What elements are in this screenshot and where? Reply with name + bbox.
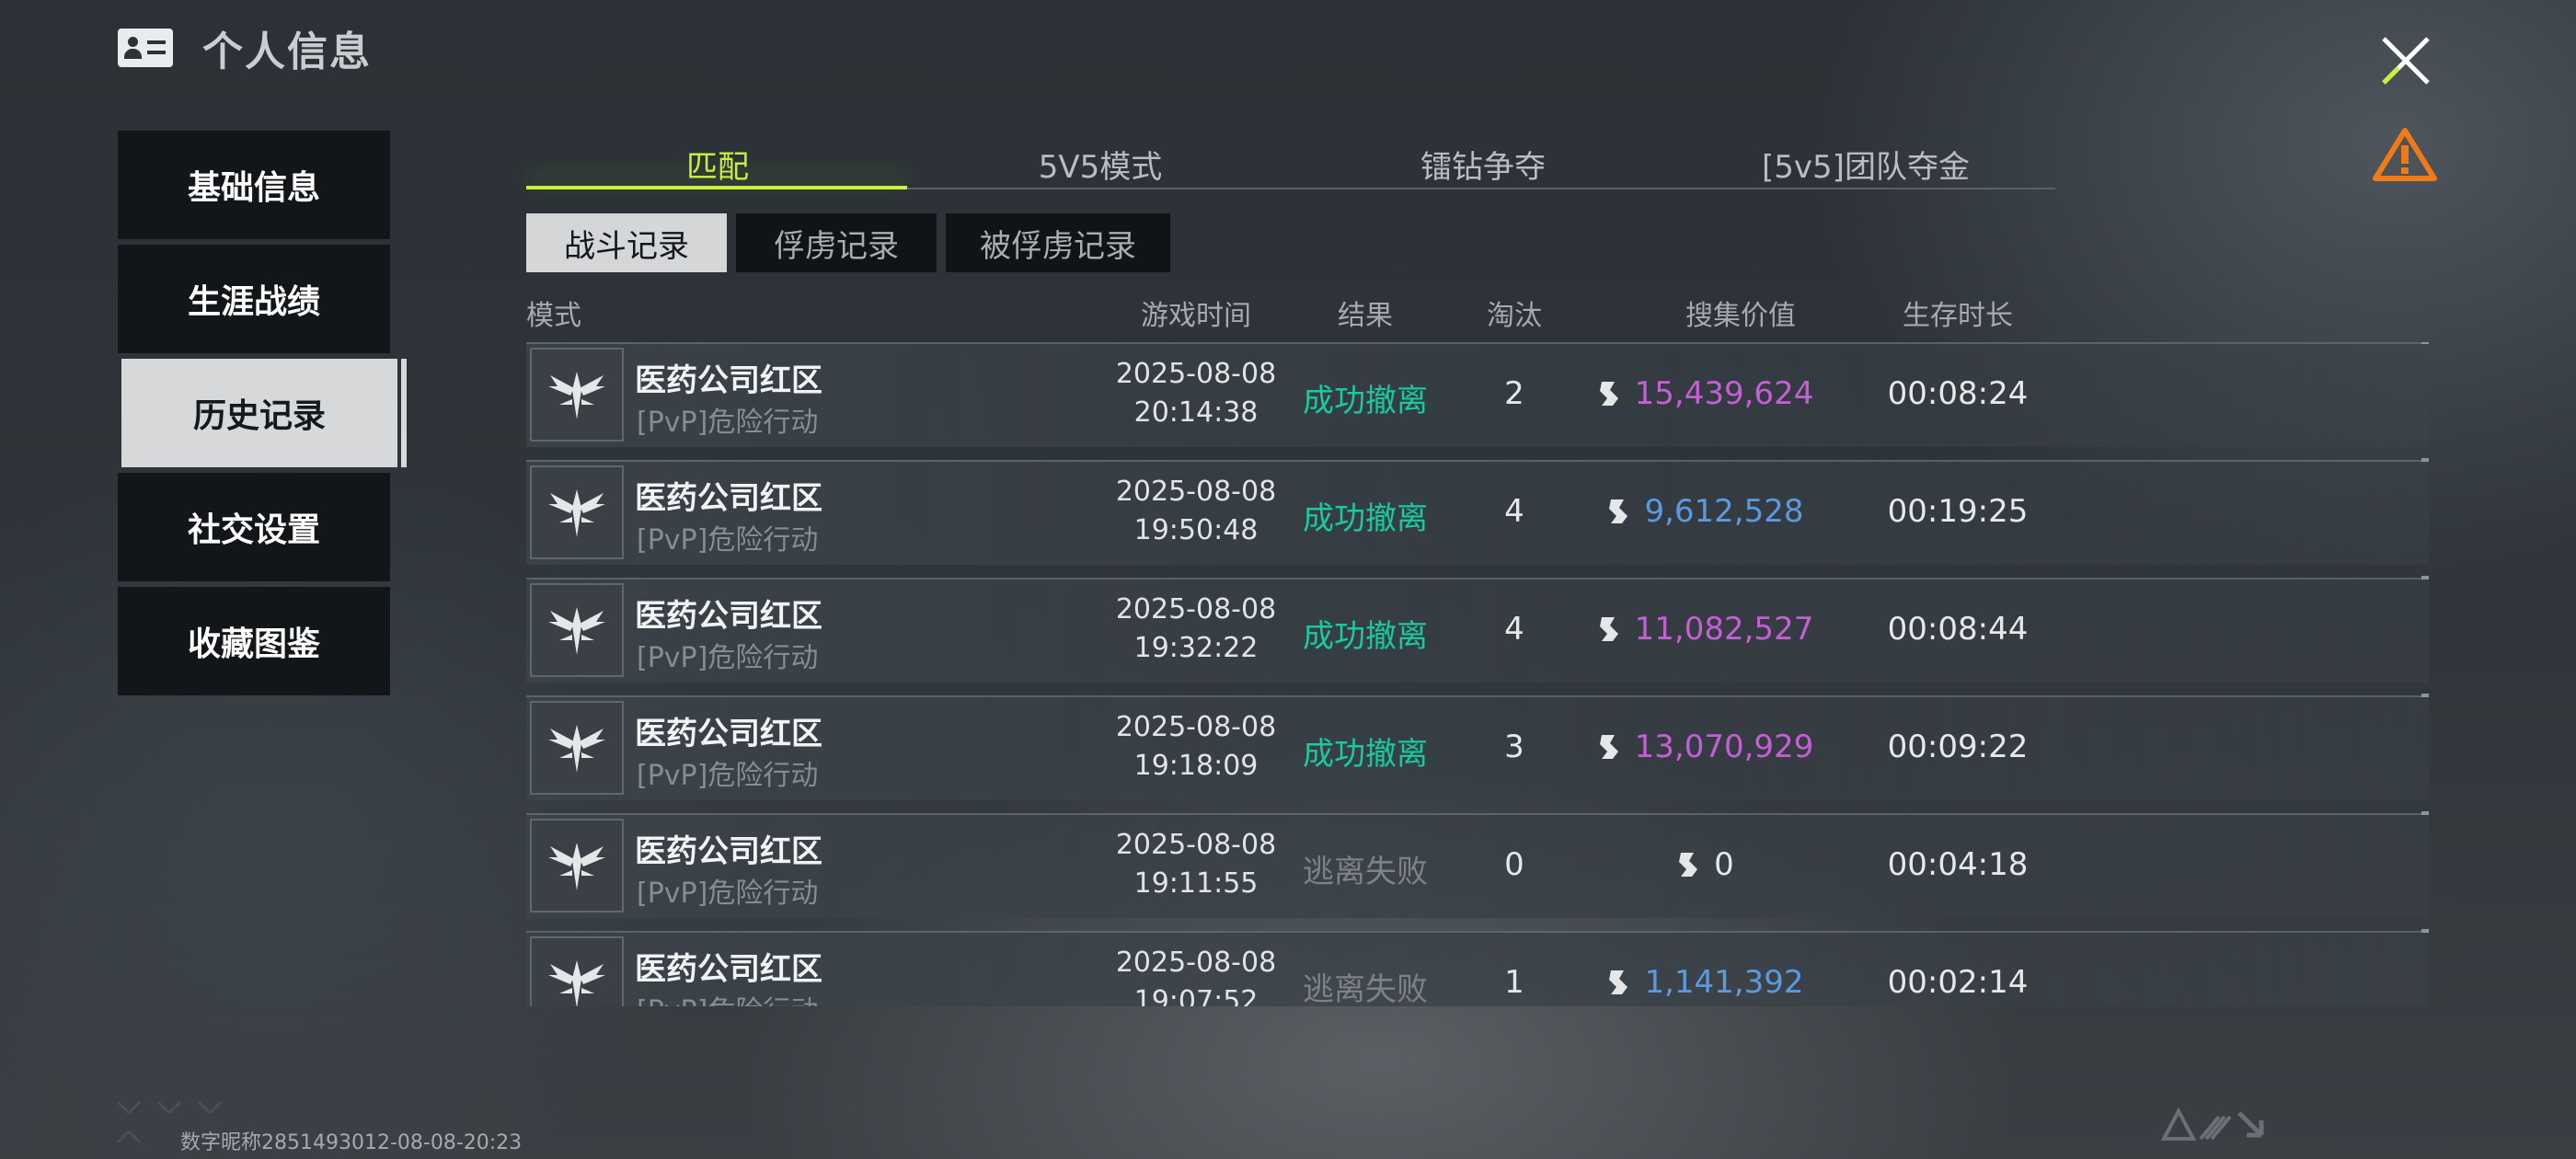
column-header-value: 搜集价值 — [1685, 300, 1796, 332]
mode-name: [PvP]危险行动 — [637, 524, 819, 557]
kills-count: 0 — [1504, 846, 1524, 883]
sidebar-item-basic-info[interactable]: 基础信息 — [118, 131, 390, 239]
tab-label: 5V5模式 — [1038, 148, 1163, 186]
tab-match[interactable]: 匹配 — [526, 138, 909, 189]
brand-logo-icon — [2158, 1104, 2269, 1148]
survival-duration: 00:08:44 — [1887, 611, 2029, 648]
tab-team-gold[interactable]: [5v5]团队夺金 — [1674, 138, 2057, 189]
map-name: 医药公司红区 — [635, 362, 822, 399]
currency-icon — [1679, 853, 1698, 877]
page-header: 个人信息 — [118, 20, 372, 75]
subtab-battle-records[interactable]: 战斗记录 — [526, 213, 727, 272]
result-label: 成功撤离 — [1303, 736, 1428, 773]
collected-value: 15,439,624 — [1566, 375, 1842, 412]
result-label: 成功撤离 — [1303, 500, 1428, 537]
records-list[interactable]: 医药公司红区 [PvP]危险行动 2025-08-08 20:14:38 成功撤离… — [0, 342, 2576, 1006]
value-amount: 0 — [1714, 846, 1734, 883]
record-row[interactable]: 医药公司红区 [PvP]危险行动 2025-08-08 19:18:09 成功撤离… — [526, 694, 2429, 800]
record-row[interactable]: 医药公司红区 [PvP]危险行动 2025-08-08 20:14:38 成功撤离… — [526, 342, 2429, 447]
subtab-label: 被俘虏记录 — [980, 227, 1136, 265]
result-label: 逃离失败 — [1303, 854, 1428, 890]
id-card-icon — [118, 29, 173, 67]
currency-icon — [1599, 617, 1618, 641]
currency-icon — [1609, 970, 1628, 994]
map-name: 医药公司红区 — [635, 833, 822, 870]
faction-emblem-icon — [530, 819, 624, 912]
column-header-survival: 生存时长 — [1903, 300, 2013, 332]
result-label: 成功撤离 — [1303, 618, 1428, 655]
collected-value: 9,612,528 — [1566, 493, 1842, 530]
player-id-watermark: 数字昵称2851493012-08-08-20:23 — [180, 1131, 523, 1154]
value-amount: 15,439,624 — [1634, 375, 1814, 412]
kills-count: 4 — [1504, 493, 1524, 530]
kills-count: 1 — [1504, 964, 1524, 1001]
mode-name: [PvP]危险行动 — [637, 760, 819, 792]
mode-name: [PvP]危险行动 — [637, 878, 819, 910]
survival-duration: 00:19:25 — [1887, 493, 2029, 530]
tab-5v5[interactable]: 5V5模式 — [909, 138, 1292, 189]
column-header-mode: 模式 — [526, 300, 581, 332]
sidebar-item-career-stats[interactable]: 生涯战绩 — [118, 245, 390, 353]
value-amount: 9,612,528 — [1644, 493, 1804, 530]
collected-value: 1,141,392 — [1566, 964, 1842, 1001]
survival-duration: 00:02:14 — [1887, 964, 2029, 1001]
value-amount: 1,141,392 — [1644, 964, 1804, 1001]
currency-icon — [1609, 499, 1628, 523]
mode-name: [PvP]危险行动 — [637, 642, 819, 674]
record-row[interactable]: 医药公司红区 [PvP]危险行动 2025-08-0819:07:52 逃离失败… — [526, 929, 2429, 1006]
kills-count: 4 — [1504, 611, 1524, 648]
column-header-kills: 淘汰 — [1487, 300, 1542, 332]
map-name: 医药公司红区 — [635, 480, 822, 517]
survival-duration: 00:08:24 — [1887, 375, 2029, 412]
tab-label: [5v5]团队夺金 — [1762, 148, 1970, 186]
kills-count: 2 — [1504, 375, 1524, 412]
collected-value: 0 — [1566, 846, 1842, 883]
column-header-result: 结果 — [1338, 300, 1393, 332]
close-button[interactable] — [2378, 33, 2433, 88]
survival-duration: 00:09:22 — [1887, 729, 2029, 765]
warning-icon — [2373, 128, 2437, 181]
faction-emblem-icon — [530, 583, 624, 677]
report-button[interactable] — [2372, 125, 2438, 184]
faction-emblem-icon — [530, 936, 624, 1006]
result-label: 逃离失败 — [1303, 971, 1428, 1006]
subtab-capture-records[interactable]: 俘虏记录 — [736, 213, 937, 272]
active-tab-indicator — [526, 186, 907, 189]
faction-emblem-icon — [530, 465, 624, 559]
tab-diamond-contest[interactable]: 镭钻争夺 — [1292, 138, 1674, 189]
subtab-captured-records[interactable]: 被俘虏记录 — [946, 213, 1170, 272]
collected-value: 13,070,929 — [1566, 729, 1842, 765]
record-row[interactable]: 医药公司红区 [PvP]危险行动 2025-08-08 19:11:55 逃离失败… — [526, 811, 2429, 918]
sidebar-item-label: 基础信息 — [187, 169, 320, 207]
faction-emblem-icon — [530, 701, 624, 795]
map-name: 医药公司红区 — [635, 598, 822, 635]
map-name: 医药公司红区 — [635, 951, 822, 988]
currency-icon — [1599, 735, 1618, 759]
survival-duration: 00:04:18 — [1887, 846, 2029, 883]
result-label: 成功撤离 — [1303, 383, 1428, 419]
faction-emblem-icon — [530, 348, 624, 442]
tab-label: 镭钻争夺 — [1420, 148, 1546, 186]
value-amount: 13,070,929 — [1634, 729, 1814, 765]
subtab-label: 俘虏记录 — [774, 227, 899, 265]
map-name: 医药公司红区 — [635, 716, 822, 752]
sidebar-item-label: 生涯战绩 — [187, 283, 320, 321]
kills-count: 3 — [1504, 729, 1524, 765]
tab-label: 匹配 — [686, 148, 749, 186]
collected-value: 11,082,527 — [1566, 611, 1842, 648]
record-row[interactable]: 医药公司红区 [PvP]危险行动 2025-08-08 19:50:48 成功撤离… — [526, 458, 2429, 565]
page-title: 个人信息 — [202, 29, 372, 75]
subtab-label: 战斗记录 — [564, 227, 689, 265]
currency-icon — [1599, 382, 1618, 406]
record-row[interactable]: 医药公司红区 [PvP]危险行动 2025-08-08 19:32:22 成功撤离… — [526, 576, 2429, 683]
value-amount: 11,082,527 — [1634, 611, 1814, 648]
mode-name: [PvP]危险行动 — [637, 407, 819, 439]
mode-name: [PvP]危险行动 — [637, 988, 818, 1006]
close-icon — [2382, 37, 2430, 85]
